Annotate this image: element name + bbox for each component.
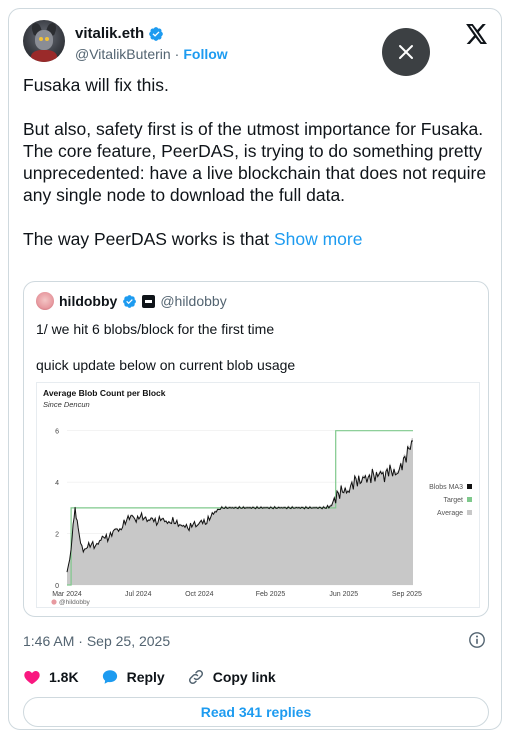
affiliate-badge-icon [142,294,156,308]
quoted-author-name: hildobby [59,293,118,309]
follow-button[interactable]: Follow [183,46,227,62]
y-tick-label: 2 [55,532,59,539]
separator-dot: · [174,46,180,62]
close-button[interactable] [382,28,430,76]
tweet-paragraph-3: The way PeerDAS works is that Show more [23,228,493,250]
tweet-paragraph-3-text: The way PeerDAS works is that [23,229,270,249]
author-name-row: vitalik.eth [75,25,164,42]
tweet-paragraph-2: But also, safety first is of the utmost … [23,119,487,205]
like-count: 1.8K [49,669,79,685]
copy-link-label: Copy link [212,669,276,685]
legend-label: Target [444,497,464,504]
average-area [67,438,413,585]
quoted-tweet[interactable]: hildobby @hildobby 1/ we hit 6 blobs/blo… [23,281,489,617]
watermark-avatar [51,599,57,605]
author-display-name[interactable]: vitalik.eth [75,25,144,42]
legend-label: Blobs MA3 [429,484,463,491]
author-handle[interactable]: @VitalikButerin [75,46,171,62]
x-tick-label: Mar 2024 [52,591,82,598]
reply-bubble-icon [102,670,117,684]
quoted-author-avatar [36,292,54,310]
heart-icon [24,671,40,685]
x-tick-label: Oct 2024 [185,591,214,598]
tweet-card: vitalik.eth @VitalikButerin · Follow Fus… [8,8,502,730]
tweet-date: Sep 25, 2025 [86,633,171,649]
chart-subtitle: Since Dencun [43,400,90,409]
x-tick-label: Sep 2025 [392,591,422,598]
tweet-timestamp[interactable]: 1:46 AM · Sep 25, 2025 [23,633,170,649]
copy-link-button[interactable]: Copy link [187,668,276,686]
x-tick-label: Jun 2025 [329,591,358,598]
quoted-text-line-2: quick update below on current blob usage [36,357,296,373]
chart-title: Average Blob Count per Block [43,388,166,398]
link-icon [188,669,203,685]
legend-swatch [467,497,472,502]
info-icon[interactable] [468,631,486,649]
tweet-body: Fusaka will fix this. But also, safety f… [23,74,493,250]
like-button[interactable]: 1.8K [23,668,79,686]
x-tick-label: Feb 2025 [256,591,286,598]
quoted-text-line-1: 1/ we hit 6 blobs/block for the first ti… [36,321,275,337]
show-more-link[interactable]: Show more [274,229,363,249]
chart-watermark: @hildobby [59,599,91,606]
x-tick-label: Jul 2024 [125,591,152,598]
read-replies-button[interactable]: Read 341 replies [23,697,489,727]
tweet-paragraph-1: Fusaka will fix this. [23,75,169,95]
timestamp-dot: · [78,633,83,649]
blob-chart[interactable]: Average Blob Count per Block Since Dencu… [36,382,480,608]
reply-button[interactable]: Reply [101,668,165,686]
quoted-author-handle: @hildobby [160,293,227,309]
blob-chart-svg: Average Blob Count per Block Since Dencu… [43,388,472,606]
x-logo-icon[interactable] [466,24,488,44]
y-tick-label: 0 [55,583,59,590]
quoted-author-row: hildobby @hildobby [36,292,227,310]
y-tick-label: 6 [55,429,59,436]
legend-label: Average [437,510,463,517]
quoted-verified-badge-icon [123,294,137,308]
verified-badge-icon [149,26,164,41]
legend-swatch [467,484,472,489]
close-icon [399,45,413,59]
legend-swatch [467,510,472,515]
author-handle-row: @VitalikButerin · Follow [75,46,228,62]
tweet-time: 1:46 AM [23,633,75,649]
author-avatar[interactable] [23,20,65,62]
y-tick-label: 4 [55,480,59,487]
reply-label: Reply [126,669,165,685]
tweet-actions: 1.8K Reply Copy link [23,668,298,686]
